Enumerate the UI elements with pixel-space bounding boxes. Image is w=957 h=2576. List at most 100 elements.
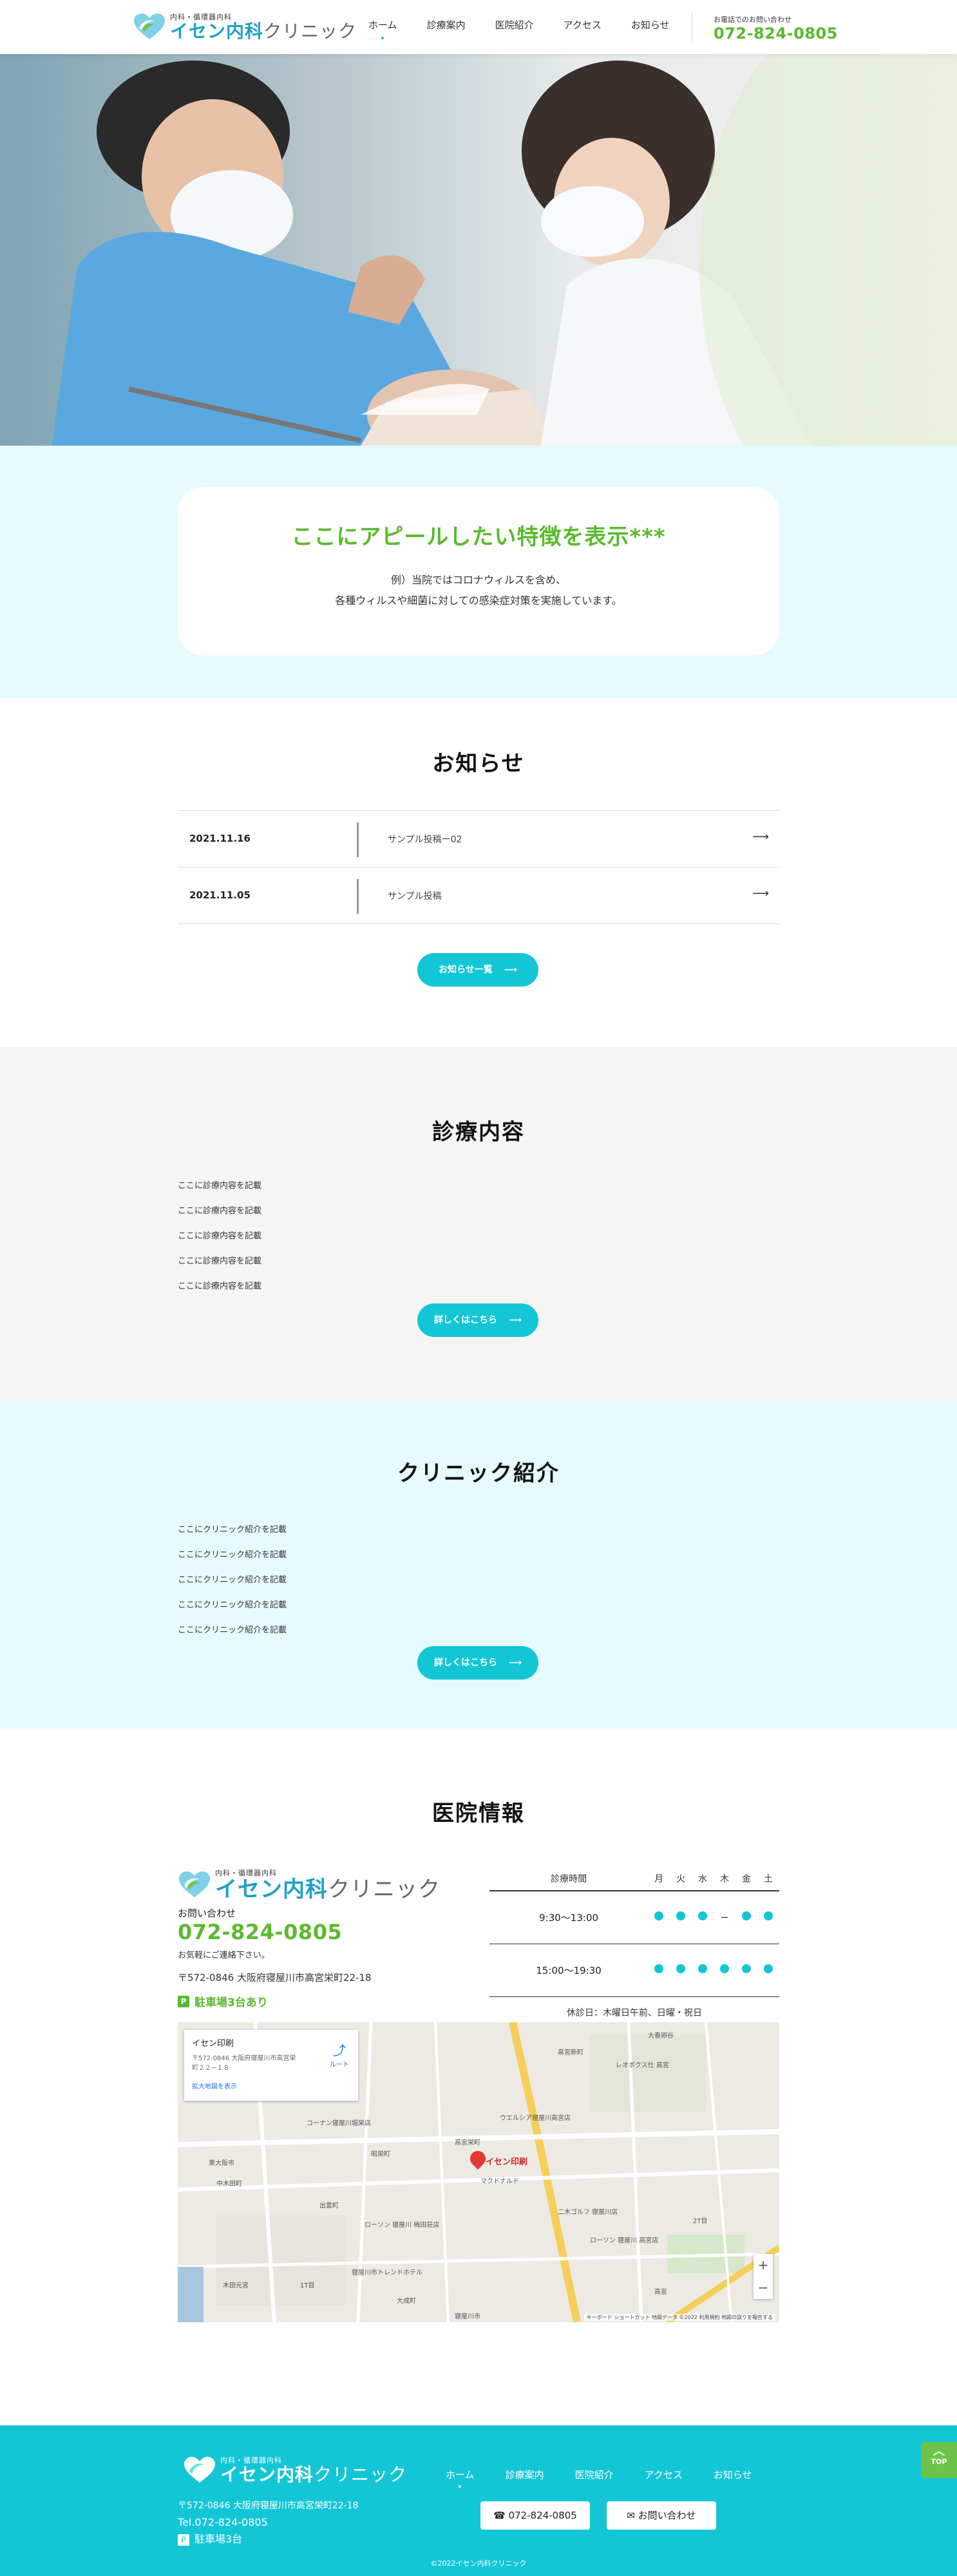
map-route-button[interactable]: ⤴ ルート <box>330 2040 349 2069</box>
schedule-header: 土 <box>757 1866 779 1891</box>
news-title: お知らせ <box>432 751 525 777</box>
footer-parking: P 駐車場3台 <box>178 2531 359 2548</box>
header-phone-number[interactable]: 072-824-0805 <box>714 24 838 43</box>
map-label: コーナン寝屋川堀栄店 <box>307 2120 371 2127</box>
news-item-title[interactable]: サンプル投稿ー02 <box>388 833 462 846</box>
site-logo[interactable]: 内科・循環器内科 イセン内科クリニック <box>133 12 357 41</box>
open-dot-icon <box>763 1964 773 1973</box>
open-dot-icon <box>741 1964 751 1973</box>
list-item: ここにクリニック紹介を記載 <box>178 1525 287 1535</box>
nav-services[interactable]: 診療案内 <box>427 18 466 32</box>
schedule-header: 火 <box>670 1866 692 1891</box>
news-date: 2021.11.16 <box>189 833 251 844</box>
list-item: ここにクリニック紹介を記載 <box>178 1600 287 1610</box>
nav-news[interactable]: お知らせ <box>631 18 670 32</box>
schedule-table: 診療時間 月 火 水 木 金 土 9:30〜13:00 − 15:00〜19:3… <box>489 1866 779 2019</box>
map-enlarge-link[interactable]: 拡大地図を表示 <box>192 2081 350 2090</box>
map-label: 二木ゴルフ 寝屋川店 <box>558 2209 618 2216</box>
arrow-right-icon: ⟶ <box>752 830 769 844</box>
phone-icon: ☎ <box>493 2510 509 2521</box>
footer-logo[interactable]: 内科・循環器内科 イセン内科クリニック <box>183 2455 407 2485</box>
zoom-out-button[interactable]: − <box>753 2277 773 2299</box>
info-contact: 内科・循環器内科 イセン内科クリニック お問い合わせ 072-824-0805 … <box>178 1868 448 2009</box>
schedule-time: 15:00〜19:30 <box>489 1944 649 1997</box>
heart-logo-icon <box>178 1870 211 1899</box>
schedule-cell <box>714 1944 735 1997</box>
schedule-cell <box>670 1944 692 1997</box>
map-pin-label: イセン印刷 <box>486 2157 528 2167</box>
news-item-title[interactable]: サンプル投稿 <box>388 889 442 902</box>
nav-about[interactable]: 医院紹介 <box>495 18 534 32</box>
clinic-more-button[interactable]: 詳しくはこちら ⟶ <box>417 1646 538 1680</box>
news-list: 2021.11.16 サンプル投稿ー02 ⟶ 2021.11.05 サンプル投稿… <box>178 810 779 924</box>
list-item: ここにクリニック紹介を記載 <box>178 1575 287 1585</box>
schedule-cell <box>692 1944 714 1997</box>
chevron-up-icon: ︿ <box>933 2445 945 2458</box>
services-title: 診療内容 <box>432 1119 525 1145</box>
footer-tel[interactable]: Tel.072-824-0805 <box>178 2514 359 2531</box>
services-more-button[interactable]: 詳しくはこちら ⟶ <box>417 1303 538 1337</box>
news-item[interactable]: 2021.11.05 サンプル投稿 ⟶ <box>178 867 779 924</box>
clinic-address: 〒572-0846 大阪府寝屋川市高宮栄町22-18 <box>178 1972 372 1984</box>
back-to-top-button[interactable]: ︿ TOP <box>921 2442 957 2478</box>
footer-nav: ホーム 診療案内 医院紹介 アクセス お知らせ <box>446 2468 783 2488</box>
map-label: 中木田町 <box>216 2181 242 2188</box>
footer-tel-button[interactable]: ☎ 072-824-0805 <box>480 2501 590 2530</box>
mail-icon: ✉ <box>627 2510 638 2521</box>
nav-access[interactable]: アクセス <box>564 18 602 32</box>
footer-info: 〒572-0846 大阪府寝屋川市高宮栄町22-18 Tel.072-824-0… <box>178 2497 359 2548</box>
news-item[interactable]: 2021.11.16 サンプル投稿ー02 ⟶ <box>178 811 779 867</box>
map-label: 寝屋川市トレンドホテル <box>352 2269 422 2277</box>
info-logo: 内科・循環器内科 イセン内科クリニック <box>178 1868 448 1901</box>
info-section: 医院情報 内科・循環器内科 イセン内科クリニック お問い合わせ 072-824-… <box>0 1728 957 2425</box>
appeal-line-2: 各種ウィルスや細菌に対しての感染症対策を実施しています。 <box>335 594 622 607</box>
nav-home[interactable]: ホーム <box>368 18 397 39</box>
map-label: 高宮新町 <box>558 2049 583 2056</box>
closed-days-note: 休診日：木曜日午前、日曜・祝日 <box>567 2007 702 2018</box>
footer-nav-services[interactable]: 診療案内 <box>506 2468 544 2481</box>
footer-contact-button[interactable]: ✉ お問い合わせ <box>607 2501 716 2530</box>
info-phone-number[interactable]: 072-824-0805 <box>178 1920 448 1944</box>
services-section: 診療内容 ここに診療内容を記載 ここに診療内容を記載 ここに診療内容を記載 ここ… <box>0 1047 957 1401</box>
map-label: 大成町 <box>397 2298 416 2305</box>
map-label: ローソン 寝屋川 梅田荘店 <box>365 2222 440 2229</box>
zoom-in-button[interactable]: + <box>753 2254 773 2277</box>
footer-nav-about[interactable]: 医院紹介 <box>575 2468 614 2481</box>
info-title: 医院情報 <box>432 1801 525 1826</box>
site-header: 内科・循環器内科 イセン内科クリニック ホーム 診療案内 医院紹介 アクセス お… <box>0 0 957 54</box>
news-date: 2021.11.05 <box>189 889 251 901</box>
appeal-text: 例）当院ではコロナウィルスを含め、 各種ウィルスや細菌に対しての感染症対策を実施… <box>178 570 779 611</box>
footer-nav-home[interactable]: ホーム <box>446 2468 475 2488</box>
footer-nav-access[interactable]: アクセス <box>645 2468 683 2481</box>
open-dot-icon <box>676 1964 686 1973</box>
parking-info: P 駐車場3台あり <box>178 1993 448 2009</box>
map-attribution[interactable]: キーボード ショートカット 地図データ ©2022 利用規約 地図の誤りを報告す… <box>583 2314 775 2321</box>
list-item: ここに診療内容を記載 <box>178 1181 262 1191</box>
header-phone[interactable]: お電話でのお問い合わせ 072-824-0805 <box>714 14 838 43</box>
schedule-cell <box>757 1944 779 1997</box>
schedule-cell <box>757 1891 779 1944</box>
copyright: ©2022イセン内科クリニック <box>430 2559 527 2568</box>
footer-nav-news[interactable]: お知らせ <box>714 2468 752 2481</box>
news-list-button[interactable]: お知らせ一覧 ⟶ <box>417 953 538 987</box>
header-phone-label: お電話でのお問い合わせ <box>714 15 791 24</box>
appeal-line-1: 例）当院ではコロナウィルスを含め、 <box>390 574 566 586</box>
map-label: マクドナルド <box>480 2178 519 2185</box>
logo-title: イセン内科クリニック <box>170 21 357 42</box>
hero-image <box>0 54 957 446</box>
appeal-card: ここにアピールしたい特徴を表示*** 例）当院ではコロナウィルスを含め、 各種ウ… <box>178 487 779 656</box>
heart-logo-icon <box>133 12 166 41</box>
map-label: 高宮 <box>654 2289 667 2296</box>
schedule-cell <box>670 1891 692 1944</box>
arrow-right-icon: ⟶ <box>752 887 769 900</box>
news-separator <box>357 822 359 857</box>
open-dot-icon <box>654 1964 664 1973</box>
map-zoom-controls: + − <box>753 2254 773 2299</box>
open-dot-icon <box>698 1911 708 1921</box>
map-label: ウエルシア寝屋川高宮店 <box>500 2115 571 2122</box>
google-map[interactable]: 高宮新町 レオボクス仕 高宮 大春卵谷 コーナン寝屋川堀栄店 ウエルシア寝屋川高… <box>178 2022 779 2322</box>
logo-title: イセン内科クリニック <box>215 1877 441 1902</box>
schedule-cell <box>735 1944 757 1997</box>
map-place-name: イセン印刷 <box>192 2039 234 2049</box>
schedule-row: 15:00〜19:30 <box>489 1944 779 1997</box>
